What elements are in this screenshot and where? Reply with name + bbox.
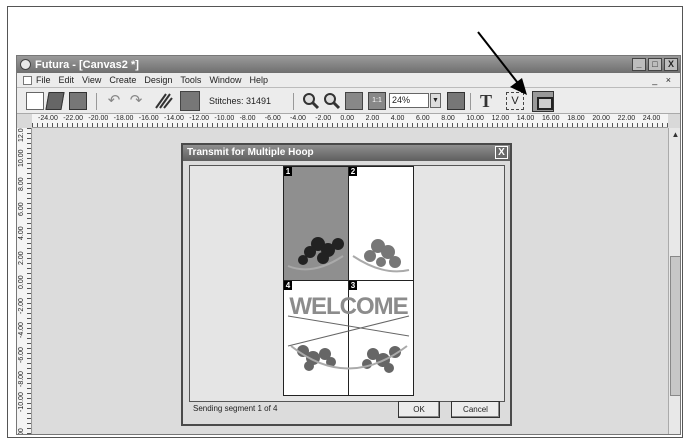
design-text: WELCOME (289, 293, 408, 320)
maximize-button[interactable]: □ (648, 58, 662, 71)
vertical-ruler: 12.0 10.00 8.00 6.00 4.00 2.00 0.00 -2.00 -4.00 -… (17, 128, 32, 435)
document-icon[interactable] (23, 75, 32, 85)
ruler-label: -16.00 (138, 115, 159, 122)
minimize-button[interactable]: _ (632, 58, 646, 71)
ruler-label: 2.00 (18, 250, 25, 265)
zoom-select[interactable]: 24% (389, 93, 429, 108)
ruler-label: -4.00 (18, 322, 25, 338)
scroll-up-icon[interactable]: ▲ (670, 129, 680, 140)
dialog-title: Transmit for Multiple Hoop (187, 147, 314, 158)
menu-design[interactable]: Design (144, 75, 172, 85)
ruler-label: -18.00 (113, 115, 134, 122)
vertical-scrollbar[interactable]: ▲ (668, 128, 680, 434)
menu-view[interactable]: View (82, 75, 101, 85)
scroll-thumb[interactable] (670, 256, 680, 396)
leaf-cluster-top-right (364, 239, 401, 268)
window-title: Futura - [Canvas2 *] (35, 58, 139, 71)
ruler-label: 10.00 (466, 115, 484, 122)
ruler-label: 12.0 (18, 128, 25, 142)
ruler-label: -2.00 (315, 115, 332, 122)
undo-icon[interactable]: ↶ (105, 92, 123, 110)
ruler-label: -22.00 (63, 115, 84, 122)
new-file-icon[interactable] (26, 92, 44, 110)
zoom-fit-icon[interactable] (345, 92, 363, 110)
horizontal-ruler: -24.00 -22.00 -20.00 -18.00 -16.00 -14.00 -12.… (32, 114, 668, 128)
transmit-icon[interactable] (532, 91, 554, 112)
ruler-label: 4.00 (390, 115, 405, 122)
ruler-label: -24.00 (38, 115, 58, 122)
color-swatch-icon[interactable] (180, 91, 200, 111)
ruler-label: -14.00 (164, 115, 184, 122)
stitch-icon[interactable] (154, 92, 174, 110)
menu-tools[interactable]: Tools (180, 75, 201, 85)
ruler-label: 2.00 (365, 115, 380, 122)
ruler-ticks (32, 123, 668, 127)
ruler-label: -4.00 (290, 115, 306, 122)
window-controls: _ □ X (632, 58, 678, 71)
toolbar-separator (293, 93, 294, 110)
ruler-label: 6.00 (416, 115, 430, 122)
select-tool-icon[interactable]: V (506, 92, 524, 110)
app-logo-icon (20, 59, 31, 70)
open-file-icon[interactable] (45, 92, 65, 110)
close-button[interactable]: X (664, 58, 678, 71)
ruler-label: 0.00 (340, 115, 355, 122)
redo-icon[interactable]: ↷ (127, 92, 145, 110)
document-controls[interactable]: _ × (652, 75, 674, 85)
ruler-label: -12.00 (189, 115, 210, 122)
ruler-label: 18.00 (567, 115, 585, 122)
zoom-1to1-icon[interactable]: 1:1 (368, 92, 386, 110)
ruler-label: 00 (18, 428, 25, 435)
ruler-label: 4.00 (18, 226, 25, 240)
ruler-label: 20.00 (592, 115, 610, 122)
ruler-label: -2.00 (18, 297, 25, 314)
text-tool-icon[interactable]: T (477, 92, 495, 110)
chevron-down-icon[interactable]: ▼ (430, 93, 441, 108)
leaf-cluster-bottom-right (362, 346, 401, 373)
ruler-label: 6.00 (18, 201, 25, 216)
ruler-label: 14.00 (516, 115, 535, 122)
save-icon[interactable] (69, 92, 87, 110)
ruler-label: 10.00 (18, 148, 25, 167)
transmit-dialog: Transmit for Multiple Hoop X 1 2 4 3 WEL… (181, 143, 512, 426)
ok-button[interactable]: OK (398, 401, 440, 418)
ruler-ticks (27, 128, 31, 434)
ruler-label: -6.00 (264, 115, 281, 122)
ruler-label: 8.00 (18, 177, 25, 191)
hoop-preview: 1 2 4 3 WELCOME (189, 165, 505, 402)
monitor-icon[interactable] (447, 92, 465, 110)
cancel-button[interactable]: Cancel (451, 401, 500, 418)
ruler-label: -20.00 (88, 115, 109, 122)
menu-window[interactable]: Window (209, 75, 241, 85)
ruler-label: 8.00 (441, 115, 455, 122)
zoom-out-icon[interactable] (323, 92, 341, 110)
ruler-label: -8.00 (18, 371, 25, 387)
toolbar: ↶ ↷ Stitches: 31491 1:1 24% ▼ T V (17, 87, 680, 114)
dialog-close-button[interactable]: X (495, 146, 508, 159)
menu-bar: File Edit View Create Design Tools Windo… (17, 73, 680, 87)
dialog-title-bar: Transmit for Multiple Hoop X (183, 145, 510, 161)
toolbar-separator (96, 93, 97, 110)
embroidery-design (287, 237, 410, 373)
title-bar: Futura - [Canvas2 *] _ □ X (17, 56, 680, 73)
ruler-label: -10.00 (18, 391, 25, 412)
status-text: Sending segment 1 of 4 (193, 404, 278, 413)
zoom-in-icon[interactable] (302, 92, 320, 110)
menu-file[interactable]: File (36, 75, 51, 85)
ruler-label: 22.00 (617, 115, 636, 122)
ruler-label: 16.00 (542, 115, 560, 122)
ruler-label: 12.00 (491, 115, 510, 122)
menu-edit[interactable]: Edit (59, 75, 75, 85)
ruler-label: 0.00 (18, 275, 25, 289)
ruler-label: 24.00 (642, 115, 661, 122)
ruler-label: -10.00 (214, 115, 235, 122)
toolbar-separator (470, 93, 471, 110)
menu-create[interactable]: Create (109, 75, 136, 85)
stitch-count: Stitches: 31491 (209, 96, 272, 106)
ruler-label: -6.00 (18, 346, 25, 363)
ruler-label: -8.00 (239, 115, 256, 122)
menu-help[interactable]: Help (249, 75, 268, 85)
